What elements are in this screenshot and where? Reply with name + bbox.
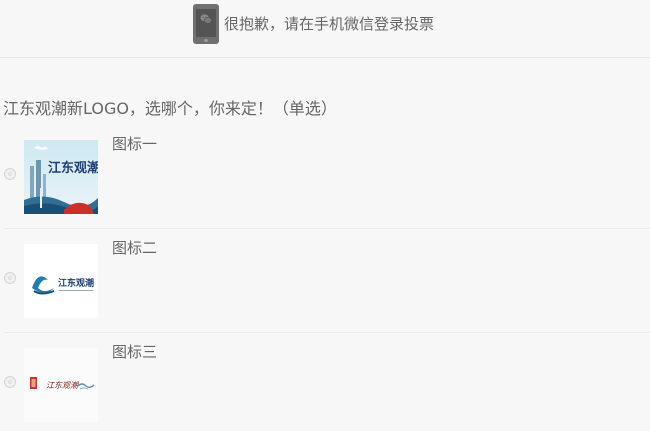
logo-image-3: 江东观潮: [24, 348, 98, 422]
logo-text-3: 江东观潮: [46, 381, 80, 390]
option-radio[interactable]: [4, 272, 16, 284]
logo-text-1: 江东观潮: [48, 160, 98, 176]
wechat-icon: [200, 14, 212, 24]
option-label-2: 图标二: [112, 239, 158, 257]
logo-thumbnail-1[interactable]: 江东观潮: [24, 140, 98, 214]
logo-thumbnail-2[interactable]: 江东观潮: [24, 244, 98, 318]
option-divider: [4, 228, 650, 229]
logo-image-1: 江东观潮: [24, 140, 98, 214]
option-divider: [4, 332, 650, 333]
option-label-3: 图标三: [112, 343, 158, 361]
logo-thumbnail-3[interactable]: 江东观潮: [24, 348, 98, 422]
login-notice-banner: 很抱歉，请在手机微信登录投票: [0, 0, 650, 58]
question-title: 江东观潮新LOGO，选哪个，你来定！（单选）: [3, 99, 337, 118]
option-item[interactable]: 江东观潮 图标三: [0, 343, 650, 431]
login-notice-text: 很抱歉，请在手机微信登录投票: [224, 15, 435, 33]
option-radio[interactable]: [4, 376, 16, 388]
vote-page: 很抱歉，请在手机微信登录投票 江东观潮新LOGO，选哪个，你来定！（单选） 江东…: [0, 0, 650, 431]
logo-text-2: 江东观潮: [58, 277, 94, 289]
logo-image-2: 江东观潮: [24, 244, 98, 318]
option-radio[interactable]: [4, 168, 16, 180]
option-label-1: 图标一: [112, 135, 158, 153]
